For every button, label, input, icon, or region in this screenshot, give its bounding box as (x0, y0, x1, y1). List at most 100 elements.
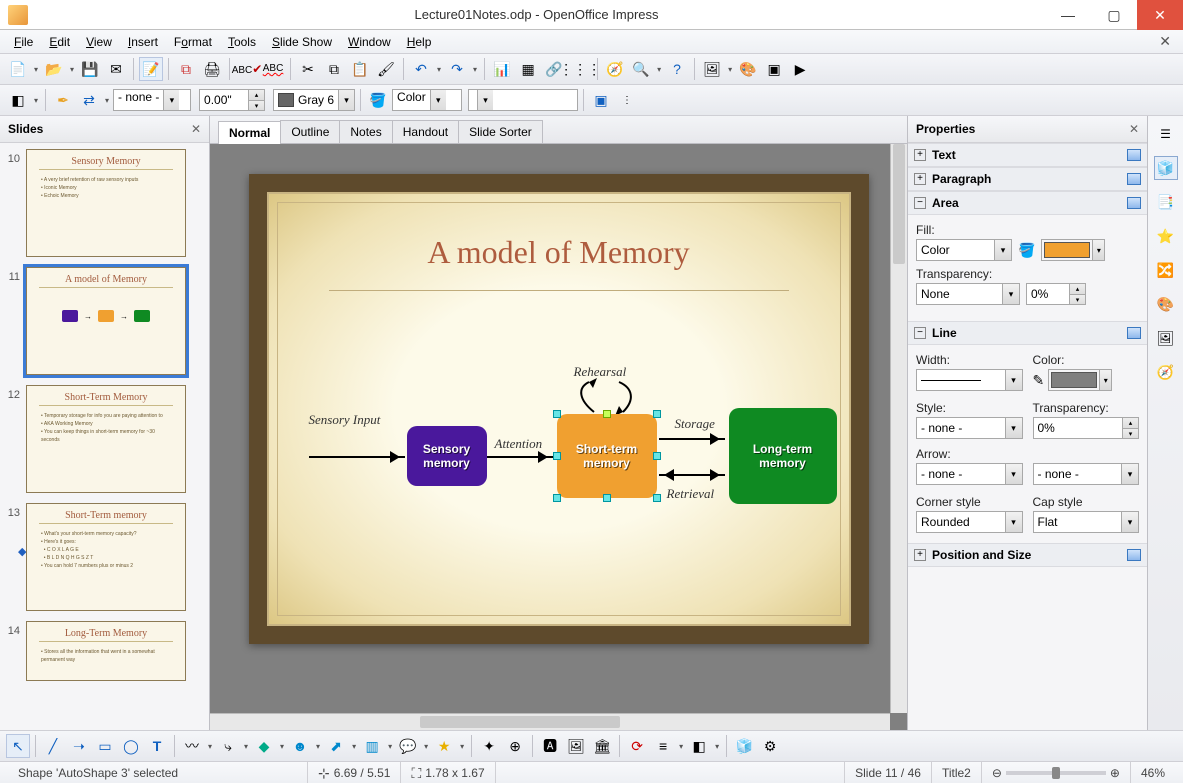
line-style-combo[interactable]: - none -▾ (113, 89, 191, 111)
fontwork-tool[interactable]: 🅰 (538, 734, 562, 758)
open-button[interactable]: 📂 (42, 57, 66, 81)
line-tool[interactable]: ╱ (41, 734, 65, 758)
cut-button[interactable]: ✂ (296, 57, 320, 81)
corner-style-combo[interactable]: Rounded▾ (916, 511, 1023, 533)
menu-help[interactable]: Help (399, 33, 440, 51)
sidebar-slide-transition-icon[interactable]: 🔀 (1154, 258, 1178, 282)
menu-insert[interactable]: Insert (120, 33, 166, 51)
from-file-tool[interactable]: 🖼 (564, 734, 588, 758)
window-icon[interactable] (1127, 327, 1141, 339)
alignment-tool[interactable]: ≡ (651, 734, 675, 758)
print-button[interactable]: 🖨 (200, 57, 224, 81)
window-icon[interactable] (1127, 149, 1141, 161)
connector-tool[interactable]: ⤷ (216, 734, 240, 758)
interaction-tool[interactable]: ⚙ (758, 734, 782, 758)
stars-tool[interactable]: ★ (432, 734, 456, 758)
line-style-combo2[interactable]: - none -▾ (916, 417, 1023, 439)
box-short-term-memory[interactable]: Short-term memory (557, 414, 657, 498)
undo-button[interactable]: ↶ (409, 57, 433, 81)
label-storage[interactable]: Storage (675, 416, 715, 432)
gallery-tool[interactable]: 🏛 (590, 734, 614, 758)
stars-dropdown[interactable]: ▾ (458, 742, 466, 751)
email-button[interactable]: ✉ (104, 57, 128, 81)
alignment-dropdown[interactable]: ▾ (677, 742, 685, 751)
select-tool[interactable]: ↖ (6, 734, 30, 758)
label-attention[interactable]: Attention (495, 436, 543, 452)
area-tool-icon[interactable]: 🪣 (366, 88, 390, 112)
redo-button[interactable]: ↷ (445, 57, 469, 81)
section-area[interactable]: −Area (908, 191, 1147, 215)
tab-slide-sorter[interactable]: Slide Sorter (458, 120, 543, 143)
zoom-in-icon[interactable]: ⊕ (1110, 766, 1120, 780)
arrow-style-button[interactable]: ⇄ (77, 88, 101, 112)
flowchart-dropdown[interactable]: ▾ (386, 742, 394, 751)
display-grid-button[interactable]: ⋮⋮⋮ (568, 57, 592, 81)
properties-close-icon[interactable]: ✕ (1129, 122, 1139, 136)
window-icon[interactable] (1127, 173, 1141, 185)
sidebar-properties-icon[interactable]: 🧊 (1154, 156, 1178, 180)
menu-view[interactable]: View (78, 33, 120, 51)
slide-thumb[interactable]: 11 A model of Memory → → (6, 267, 203, 375)
arrow-style-dropdown[interactable]: ▾ (103, 96, 111, 105)
transparency-value-spinner[interactable]: 0%▴▾ (1026, 283, 1086, 305)
table-button[interactable]: ▦ (516, 57, 540, 81)
sidebar-custom-animation-icon[interactable]: ⭐ (1154, 224, 1178, 248)
fill-color-button[interactable]: ▾ (1041, 239, 1105, 261)
menu-window[interactable]: Window (340, 33, 399, 51)
label-retrieval[interactable]: Retrieval (667, 486, 715, 502)
sidebar-navigator-icon[interactable]: 🧭 (1154, 360, 1178, 384)
window-minimize-button[interactable]: — (1045, 0, 1091, 30)
copy-button[interactable]: ⧉ (322, 57, 346, 81)
section-position-size[interactable]: +Position and Size (908, 543, 1147, 567)
arrange-dropdown[interactable]: ▾ (32, 96, 40, 105)
curve-tool[interactable]: 〰 (180, 734, 204, 758)
cap-style-combo[interactable]: Flat▾ (1033, 511, 1140, 533)
line-color-combo[interactable]: Gray 6▾ (273, 89, 355, 111)
tab-normal[interactable]: Normal (218, 121, 281, 144)
window-close-button[interactable]: ✕ (1137, 0, 1183, 30)
menu-tools[interactable]: Tools (220, 33, 264, 51)
line-color-button[interactable]: ▾ (1048, 369, 1112, 391)
section-paragraph[interactable]: +Paragraph (908, 167, 1147, 191)
slide[interactable]: A model of Memory Sensory Input Attentio… (249, 174, 869, 644)
rectangle-tool[interactable]: ▭ (93, 734, 117, 758)
navigator-button[interactable]: 🧭 (603, 57, 627, 81)
paste-button[interactable]: 📋 (348, 57, 372, 81)
sidebar-styles-icon[interactable]: 🎨 (1154, 292, 1178, 316)
fill-bucket-icon[interactable]: 🪣 (1018, 243, 1035, 257)
spellcheck-button[interactable]: ABC✔ (235, 57, 259, 81)
slide-button[interactable]: 🖼 (700, 57, 724, 81)
menu-edit[interactable]: Edit (41, 33, 78, 51)
arrange-dropdown2[interactable]: ▾ (713, 742, 721, 751)
tab-outline[interactable]: Outline (280, 120, 340, 143)
arrow-storage[interactable] (659, 438, 725, 440)
arrow-sensory-input[interactable] (309, 456, 405, 458)
callouts-dropdown[interactable]: ▾ (422, 742, 430, 751)
slide-title-text[interactable]: A model of Memory (269, 234, 849, 271)
arrow-line-tool[interactable]: ➝ (67, 734, 91, 758)
arrow-end-combo[interactable]: - none -▾ (1033, 463, 1140, 485)
basic-shapes-tool[interactable]: ◆ (252, 734, 276, 758)
block-arrows-tool[interactable]: ⬈ (324, 734, 348, 758)
slide-canvas[interactable]: A model of Memory Sensory Input Attentio… (210, 144, 907, 730)
sidebar-menu-icon[interactable]: ☰ (1154, 122, 1178, 146)
symbol-shapes-tool[interactable]: ☻ (288, 734, 312, 758)
slide-thumb[interactable]: 12 Short-Term Memory • Temporary storage… (6, 385, 203, 493)
format-paintbrush-button[interactable]: 🖌 (374, 57, 398, 81)
curve-dropdown[interactable]: ▾ (206, 742, 214, 751)
horizontal-scrollbar[interactable] (210, 713, 890, 730)
callouts-tool[interactable]: 💬 (396, 734, 420, 758)
slide-dropdown[interactable]: ▾ (726, 65, 734, 74)
label-sensory-input[interactable]: Sensory Input (309, 412, 381, 428)
zoom-slider[interactable]: ⊖ ⊕ (982, 762, 1131, 783)
arrow-retrieval[interactable] (659, 474, 725, 476)
rotate-tool[interactable]: ⟳ (625, 734, 649, 758)
slides-list[interactable]: 10 Sensory Memory • A very brief retenti… (0, 143, 209, 730)
zoom-button[interactable]: 🔍 (629, 57, 653, 81)
vertical-scrollbar[interactable] (890, 144, 907, 713)
slide-thumb[interactable]: 10 Sensory Memory • A very brief retenti… (6, 149, 203, 257)
slide-design-button[interactable]: 🎨 (736, 57, 760, 81)
sidebar-master-pages-icon[interactable]: 📑 (1154, 190, 1178, 214)
box-sensory-memory[interactable]: Sensory memory (407, 426, 487, 486)
window-maximize-button[interactable]: ▢ (1091, 0, 1137, 30)
